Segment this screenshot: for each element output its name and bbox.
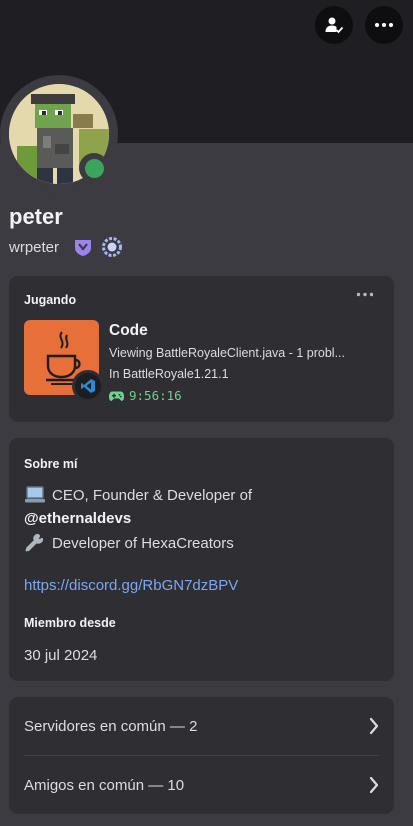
online-status-dot [84, 158, 104, 178]
display-name: peter [9, 204, 63, 229]
bio-mention[interactable]: @ethernaldevs [24, 510, 131, 527]
vscode-icon [81, 379, 95, 393]
mutual-servers-label: Servidores en común — 2 [24, 717, 198, 735]
bio-line-3-text: Developer of HexaCreators [52, 534, 234, 552]
friend-status-button[interactable] [315, 6, 353, 44]
bio-line-1: CEO, Founder & Developer of [24, 486, 252, 504]
server-booster-badge-icon[interactable] [101, 236, 123, 258]
activity-heading: Jugando [24, 293, 77, 307]
member-since-date: 30 jul 2024 [24, 647, 98, 664]
activity-state: In BattleRoyale1.21.1 [109, 367, 229, 381]
person-check-icon [325, 17, 344, 34]
laptop-emoji-icon [25, 486, 45, 503]
mutual-friends-label: Amigos en común — 10 [24, 776, 185, 794]
bio-line-1-text: CEO, Founder & Developer of [52, 486, 253, 504]
chevron-right-icon [369, 717, 379, 735]
activity-elapsed-time: 9:56:16 [129, 388, 182, 403]
discord-invite-link[interactable]: https://discord.gg/RbGN7dzBPV [24, 577, 238, 594]
ellipsis-icon [375, 23, 393, 27]
activity-card: Jugando Code Viewing BattleRoyaleClient.… [9, 276, 394, 422]
activity-app-name: Code [109, 322, 148, 339]
chevron-right-icon [369, 776, 379, 794]
username-row: wrpeter [9, 236, 123, 258]
mutual-friends-row[interactable]: Amigos en común — 10 [9, 756, 394, 814]
activity-details: Viewing BattleRoyaleClient.java - 1 prob… [109, 346, 346, 360]
bio-line-3: Developer of HexaCreators [24, 533, 234, 553]
about-me-card: Sobre mí CEO, Founder & Developer of @et… [9, 438, 394, 681]
status-indicator-frame [79, 153, 109, 183]
activity-elapsed-row: 9:56:16 [109, 388, 182, 403]
username: wrpeter [9, 238, 60, 256]
wrench-emoji-icon [25, 533, 44, 552]
mutuals-card: Servidores en común — 2 Amigos en común … [9, 697, 394, 814]
more-options-button[interactable] [365, 6, 403, 44]
activity-more-icon[interactable] [356, 292, 374, 297]
about-me-heading: Sobre mí [24, 457, 78, 471]
vscode-badge [72, 370, 104, 402]
member-since-heading: Miembro desde [24, 616, 116, 630]
gamepad-icon [109, 391, 124, 401]
mutual-servers-row[interactable]: Servidores en común — 2 [9, 697, 394, 755]
nitro-badge-icon[interactable] [73, 237, 93, 257]
